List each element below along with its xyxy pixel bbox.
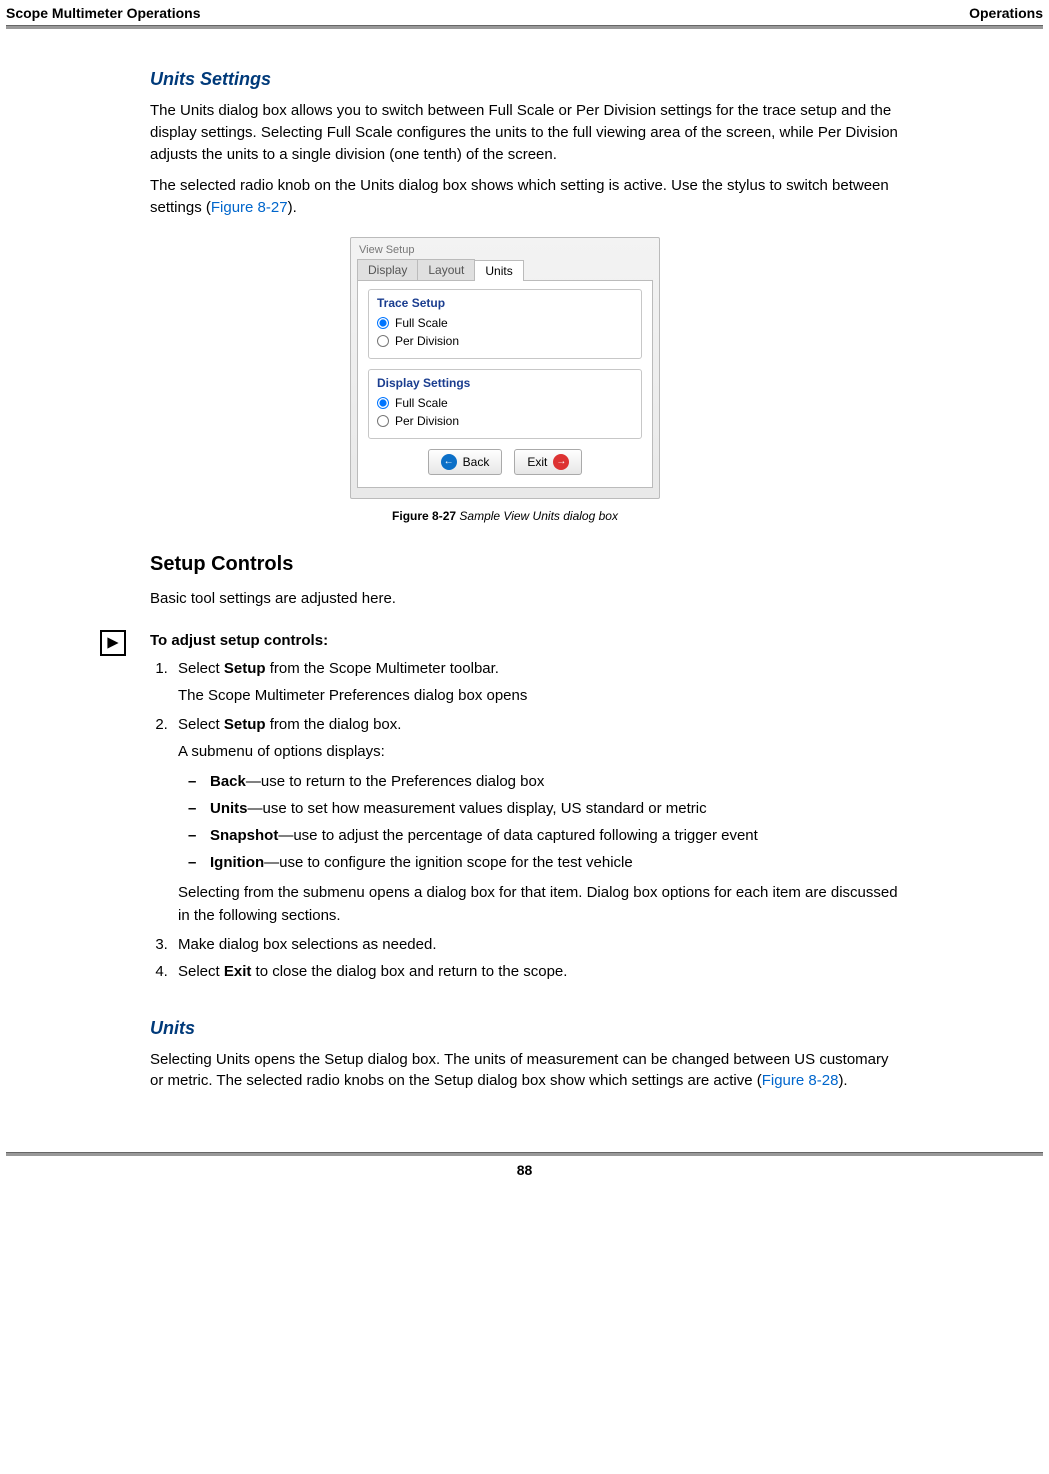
step-2-b: Setup bbox=[224, 716, 266, 733]
legend-trace-setup: Trace Setup bbox=[377, 296, 633, 310]
procedure-title: To adjust setup controls: bbox=[150, 632, 900, 649]
setup-controls-heading: Setup Controls bbox=[150, 553, 900, 576]
tab-display[interactable]: Display bbox=[357, 259, 418, 280]
step-4-a: Select bbox=[178, 963, 224, 980]
tabpanel-units: Trace Setup Full Scale Per Division Disp… bbox=[357, 281, 653, 488]
units-para-b: ). bbox=[838, 1072, 847, 1089]
units-heading: Units bbox=[150, 1018, 900, 1039]
opt-snapshot-b: Snapshot bbox=[210, 827, 278, 844]
opt-units-t: —use to set how measurement values displ… bbox=[248, 800, 707, 817]
exit-button[interactable]: Exit → bbox=[514, 449, 582, 475]
header-right: Operations bbox=[969, 5, 1043, 21]
step-2: Select Setup from the dialog box. A subm… bbox=[172, 713, 900, 927]
step-3: Make dialog box selections as needed. bbox=[172, 933, 900, 956]
radio-display-full-scale[interactable]: Full Scale bbox=[377, 394, 633, 412]
radio-trace-per-division-input[interactable] bbox=[377, 335, 389, 347]
opt-ignition: Ignition—use to configure the ignition s… bbox=[188, 851, 900, 874]
legend-display-settings: Display Settings bbox=[377, 376, 633, 390]
step-1-c: from the Scope Multimeter toolbar. bbox=[266, 660, 499, 677]
radio-display-per-division-label: Per Division bbox=[395, 414, 459, 428]
opt-back: Back—use to return to the Preferences di… bbox=[188, 770, 900, 793]
dialog-buttons: ← Back Exit → bbox=[368, 449, 642, 475]
radio-trace-per-division-label: Per Division bbox=[395, 334, 459, 348]
opt-snapshot-t: —use to adjust the percentage of data ca… bbox=[278, 827, 757, 844]
radio-trace-full-scale-label: Full Scale bbox=[395, 316, 448, 330]
fieldset-trace-setup: Trace Setup Full Scale Per Division bbox=[368, 289, 642, 359]
figure-link-8-28[interactable]: Figure 8-28 bbox=[762, 1072, 839, 1089]
opt-snapshot: Snapshot—use to adjust the percentage of… bbox=[188, 824, 900, 847]
dialog-title: View Setup bbox=[359, 244, 653, 256]
setup-controls-intro: Basic tool settings are adjusted here. bbox=[150, 588, 900, 610]
step-2-c: from the dialog box. bbox=[266, 716, 402, 733]
header-left: Scope Multimeter Operations bbox=[6, 5, 200, 21]
page-number: 88 bbox=[0, 1162, 1049, 1178]
radio-trace-full-scale[interactable]: Full Scale bbox=[377, 314, 633, 332]
figure-link-8-27[interactable]: Figure 8-27 bbox=[211, 199, 288, 216]
opt-units: Units—use to set how measurement values … bbox=[188, 797, 900, 820]
step-1-b: Setup bbox=[224, 660, 266, 677]
procedure-icon bbox=[100, 630, 126, 656]
figure-caption-bold: Figure 8-27 bbox=[392, 509, 456, 523]
step-2-a: Select bbox=[178, 716, 224, 733]
back-button-label: Back bbox=[463, 455, 490, 469]
dialog-tabbar: Display Layout Units bbox=[357, 259, 653, 281]
exit-button-label: Exit bbox=[527, 455, 547, 469]
step-4-c: to close the dialog box and return to th… bbox=[251, 963, 567, 980]
figure-caption-italic: Sample View Units dialog box bbox=[456, 509, 618, 523]
view-setup-dialog: View Setup Display Layout Units Trace Se… bbox=[350, 237, 660, 499]
back-arrow-icon: ← bbox=[441, 454, 457, 470]
step-1-subline: The Scope Multimeter Preferences dialog … bbox=[178, 684, 900, 707]
step-1: Select Setup from the Scope Multimeter t… bbox=[172, 657, 900, 708]
step-2-tail: Selecting from the submenu opens a dialo… bbox=[178, 881, 900, 928]
radio-display-full-scale-input[interactable] bbox=[377, 397, 389, 409]
footer-rule bbox=[6, 1152, 1043, 1156]
units-settings-heading: Units Settings bbox=[150, 69, 900, 90]
opt-back-b: Back bbox=[210, 773, 246, 790]
tab-layout[interactable]: Layout bbox=[417, 259, 475, 280]
figure-8-27: View Setup Display Layout Units Trace Se… bbox=[350, 237, 660, 523]
figure-caption-8-27: Figure 8-27 Sample View Units dialog box bbox=[350, 509, 660, 523]
step-2-subline: A submenu of options displays: bbox=[178, 740, 900, 763]
units-settings-para2-b: ). bbox=[288, 199, 297, 216]
submenu-options: Back—use to return to the Preferences di… bbox=[188, 770, 900, 875]
back-button[interactable]: ← Back bbox=[428, 449, 503, 475]
opt-units-b: Units bbox=[210, 800, 248, 817]
radio-display-per-division[interactable]: Per Division bbox=[377, 412, 633, 430]
units-para: Selecting Units opens the Setup dialog b… bbox=[150, 1049, 900, 1093]
radio-display-per-division-input[interactable] bbox=[377, 415, 389, 427]
radio-trace-per-division[interactable]: Per Division bbox=[377, 332, 633, 350]
step-1-a: Select bbox=[178, 660, 224, 677]
units-settings-para1: The Units dialog box allows you to switc… bbox=[150, 100, 900, 165]
fieldset-display-settings: Display Settings Full Scale Per Division bbox=[368, 369, 642, 439]
radio-trace-full-scale-input[interactable] bbox=[377, 317, 389, 329]
step-4: Select Exit to close the dialog box and … bbox=[172, 960, 900, 983]
opt-back-t: —use to return to the Preferences dialog… bbox=[246, 773, 545, 790]
opt-ignition-b: Ignition bbox=[210, 854, 264, 871]
tab-units[interactable]: Units bbox=[474, 260, 523, 281]
procedure-list: Select Setup from the Scope Multimeter t… bbox=[172, 657, 900, 984]
opt-ignition-t: —use to configure the ignition scope for… bbox=[264, 854, 633, 871]
exit-arrow-icon: → bbox=[553, 454, 569, 470]
units-settings-para2: The selected radio knob on the Units dia… bbox=[150, 175, 900, 219]
radio-display-full-scale-label: Full Scale bbox=[395, 396, 448, 410]
step-4-b: Exit bbox=[224, 963, 252, 980]
